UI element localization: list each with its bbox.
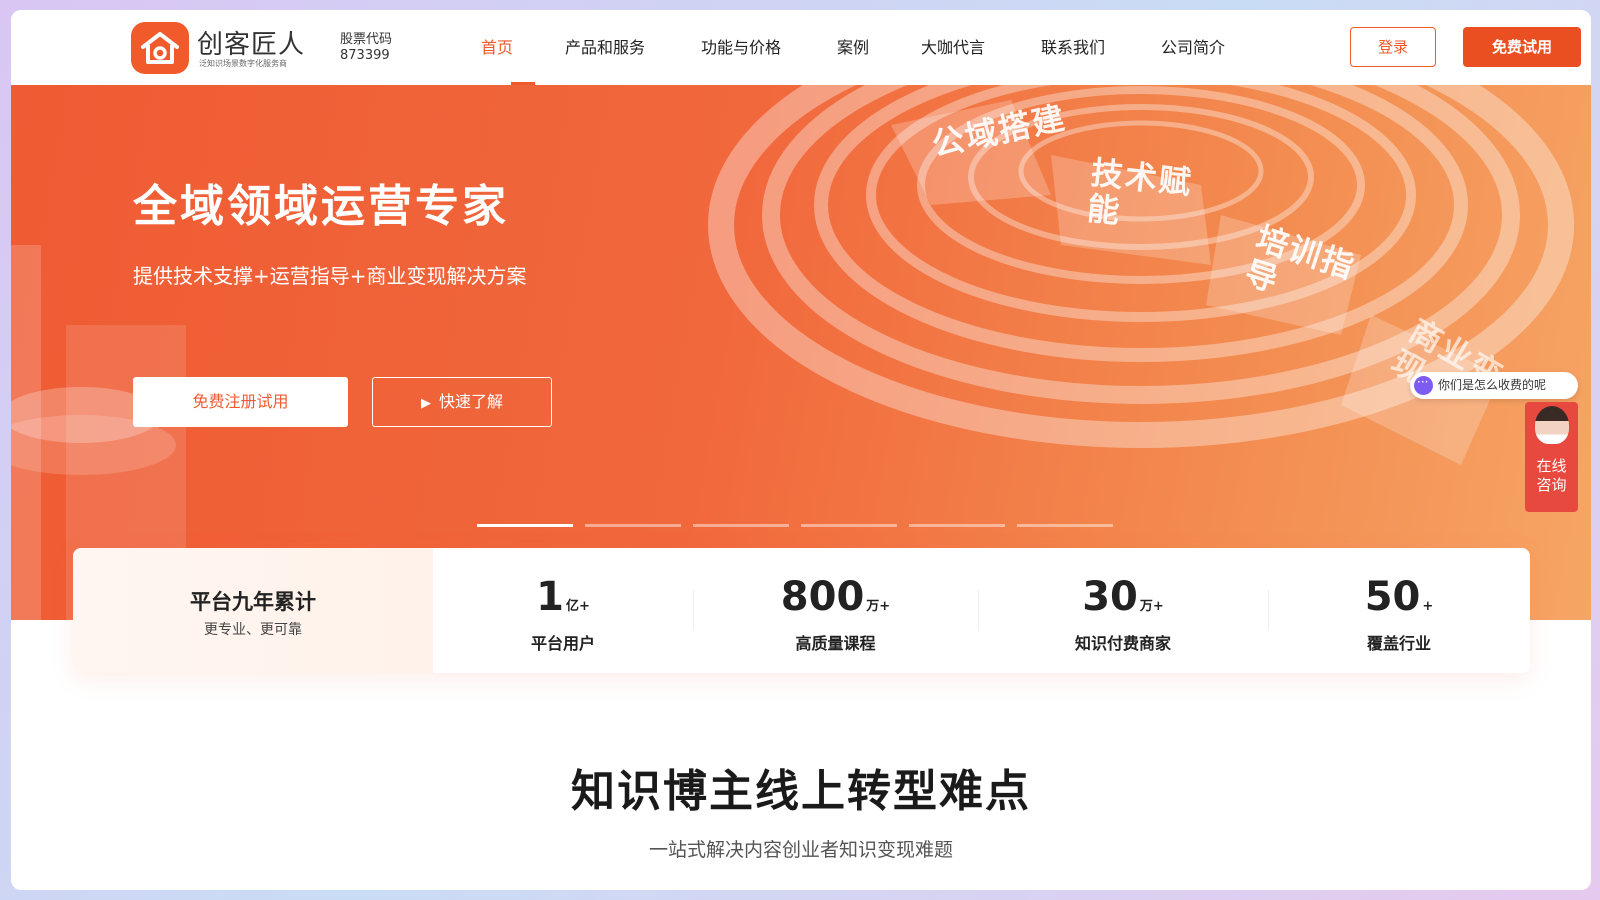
chat-icon	[1414, 369, 1433, 396]
browser-window: 创客匠人 泛知识场景数字化服务商 股票代码 873399 首页 产品和服务 功能…	[11, 10, 1591, 890]
nav-item-about[interactable]: 公司简介	[1161, 10, 1271, 85]
agent-avatar	[1535, 406, 1569, 444]
quick-intro-button[interactable]: ▶ 快速了解	[372, 377, 552, 427]
nav-item-pricing[interactable]: 功能与价格	[701, 10, 837, 85]
carousel-dot-1[interactable]	[477, 524, 573, 527]
nav-item-contact[interactable]: 联系我们	[1041, 10, 1161, 85]
nav-item-home[interactable]: 首页	[481, 10, 565, 85]
nav-item-cases[interactable]: 案例	[837, 10, 921, 85]
stat-courses: 800 万+ 高质量课程	[693, 548, 978, 673]
hero-subtitle: 提供技术支撑+运营指导+商业变现解决方案	[133, 264, 527, 288]
free-trial-button[interactable]: 免费试用	[1463, 27, 1581, 67]
stock-label: 股票代码	[340, 32, 393, 47]
main-nav: 首页 产品和服务 功能与价格 案例 大咖代言 联系我们 公司简介	[481, 10, 1271, 85]
carousel-dot-2[interactable]	[585, 524, 681, 527]
stock-code: 873399	[340, 48, 390, 63]
stat-industries-unit: +	[1422, 599, 1434, 614]
chat-prompt-bubble[interactable]: 你们是怎么收费的呢	[1410, 369, 1578, 399]
hero-title: 全域领域运营专家	[133, 181, 509, 232]
section-subtitle: 一站式解决内容创业者知识变现难题	[648, 839, 953, 861]
login-button[interactable]: 登录	[1350, 27, 1436, 67]
stats-lead: 平台九年累计 更专业、更可靠	[73, 548, 433, 673]
stats-card: 平台九年累计 更专业、更可靠 1 亿+ 平台用户 800 万+ 高质量课程 30 万+…	[73, 548, 1530, 673]
carousel-dot-6[interactable]	[1017, 524, 1113, 527]
stat-courses-label: 高质量课程	[795, 634, 876, 653]
section-title: 知识博主线上转型难点	[571, 766, 1031, 817]
stats-lead-title: 平台九年累计	[190, 590, 316, 614]
carousel-dot-4[interactable]	[801, 524, 897, 527]
stat-merchants-label: 知识付费商家	[1074, 634, 1171, 653]
stat-users-label: 平台用户	[530, 634, 595, 653]
consult-label: 在线 咨询	[1536, 457, 1567, 494]
register-trial-button[interactable]: 免费注册试用	[133, 377, 348, 427]
stats-lead-subtitle: 更专业、更可靠	[204, 622, 302, 638]
stat-industries-label: 覆盖行业	[1366, 634, 1431, 653]
stat-industries: 50 + 覆盖行业	[1268, 548, 1530, 673]
carousel-dot-3[interactable]	[693, 524, 789, 527]
stat-users-unit: 亿+	[565, 599, 590, 614]
play-icon: ▶	[420, 396, 431, 411]
stat-merchants: 30 万+ 知识付费商家	[978, 548, 1268, 673]
logo-tagline: 泛知识场景数字化服务商	[199, 59, 287, 68]
stat-courses-unit: 万+	[866, 599, 891, 614]
stat-industries-number: 50	[1364, 574, 1421, 620]
quick-intro-label: 快速了解	[438, 392, 503, 411]
stat-users: 1 亿+ 平台用户	[433, 548, 693, 673]
logo-text[interactable]: 创客匠人	[197, 24, 305, 61]
nav-item-endorsements[interactable]: 大咖代言	[921, 10, 1041, 85]
carousel-indicators	[477, 524, 1113, 527]
online-consult-button[interactable]: 在线 咨询	[1525, 402, 1578, 512]
hero-illustration	[11, 85, 1574, 620]
chat-prompt-text: 你们是怎么收费的呢	[1438, 378, 1547, 392]
carousel-dot-5[interactable]	[909, 524, 1005, 527]
stat-merchants-unit: 万+	[1139, 599, 1164, 614]
stat-users-number: 1	[536, 574, 564, 620]
hero-banner: 公域搭建 技术赋能 培训指导 商业变现 全域领域运营专家 提供技术支撑+运营指导…	[11, 85, 1591, 620]
stat-courses-number: 800	[780, 574, 865, 620]
ring-label-2: 技术赋能	[1085, 153, 1195, 231]
nav-item-products[interactable]: 产品和服务	[565, 10, 701, 85]
stat-merchants-number: 30	[1082, 574, 1138, 620]
logo-house-icon[interactable]	[131, 22, 189, 74]
site-header: 创客匠人 泛知识场景数字化服务商 股票代码 873399 首页 产品和服务 功能…	[11, 10, 1591, 85]
